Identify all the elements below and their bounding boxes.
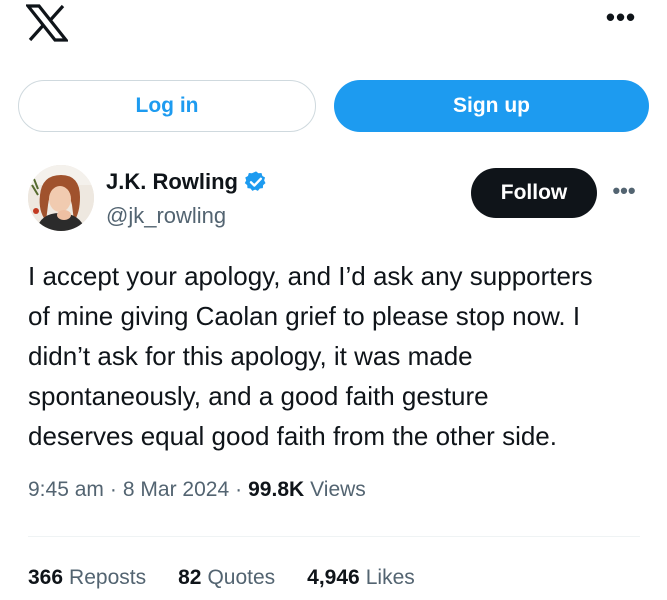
- author-display-name[interactable]: J.K. Rowling: [106, 169, 238, 195]
- likes-label: Likes: [365, 566, 415, 589]
- signup-button[interactable]: Sign up: [334, 80, 649, 132]
- avatar-image: [28, 165, 94, 231]
- x-logo-icon[interactable]: [26, 4, 68, 42]
- reposts-stat[interactable]: 366 Reposts: [28, 566, 146, 590]
- tweet-meta: 9:45 am · 8 Mar 2024 · 99.8K Views: [28, 478, 366, 502]
- tweet-time[interactable]: 9:45 am: [28, 478, 104, 502]
- reposts-label: Reposts: [69, 566, 147, 589]
- views-label: Views: [310, 478, 366, 501]
- quotes-stat[interactable]: 82 Quotes: [178, 566, 275, 590]
- follow-button[interactable]: Follow: [471, 168, 597, 218]
- views-count: 99.8K: [248, 478, 305, 501]
- divider: [28, 536, 640, 537]
- meta-separator: ·: [235, 478, 243, 501]
- reposts-count: 366: [28, 566, 64, 589]
- more-options-icon[interactable]: •••: [605, 4, 637, 30]
- likes-stat[interactable]: 4,946 Likes: [307, 566, 415, 590]
- tweet-more-options-icon[interactable]: •••: [609, 180, 639, 202]
- login-button[interactable]: Log in: [18, 80, 316, 132]
- likes-count: 4,946: [307, 566, 360, 589]
- meta-separator: ·: [109, 478, 117, 501]
- author-handle[interactable]: @jk_rowling: [106, 203, 226, 229]
- verified-badge-icon: [244, 171, 266, 191]
- quotes-count: 82: [178, 566, 202, 589]
- avatar[interactable]: [28, 165, 94, 231]
- tweet-date[interactable]: 8 Mar 2024: [123, 478, 229, 502]
- quotes-label: Quotes: [207, 566, 276, 589]
- tweet-page: ••• Log in Sign up J.K. Rowling @jk_rowl…: [0, 0, 667, 600]
- author-name-row[interactable]: J.K. Rowling: [106, 169, 268, 195]
- engagement-stats: 366 Reposts 82 Quotes 4,946 Likes: [28, 566, 447, 590]
- tweet-text: I accept your apology, and I’d ask any s…: [28, 261, 593, 451]
